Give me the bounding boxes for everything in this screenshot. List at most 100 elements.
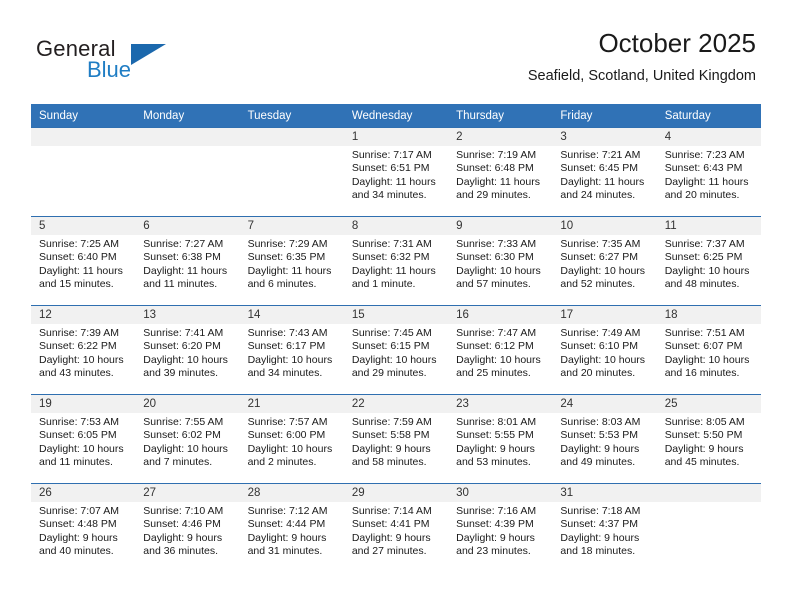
day-sun-info: Sunrise: 7:49 AM Sunset: 6:10 PM Daylight:… [552,324,656,381]
day-daylight-line1-text: Daylight: 9 hours [560,531,640,544]
calendar-day-cell[interactable]: 15 Sunrise: 7:45 AM Sunset: 6:15 PM Dayligh… [343,305,449,395]
day-daylight-line1-text: Daylight: 10 hours [143,442,228,455]
calendar-day-cell[interactable]: 5 Sunrise: 7:25 AM Sunset: 6:40 PM Daylight… [31,216,136,306]
page-header: General Blue October 2025 Seafield, Scot… [0,0,792,98]
page-subtitle: Seafield, Scotland, United Kingdom [527,68,756,84]
day-sunset-text: Sunset: 6:10 PM [560,340,639,353]
calendar-day-cell[interactable]: 25 Sunrise: 8:05 AM Sunset: 5:50 PM Dayligh… [656,394,761,484]
calendar-day-cell[interactable]: 11 Sunrise: 7:37 AM Sunset: 6:25 PM Dayligh… [656,216,761,306]
calendar-day-cell[interactable]: 20 Sunrise: 7:55 AM Sunset: 6:02 PM Dayligh… [135,394,240,484]
day-sunset-text: Sunset: 5:58 PM [351,429,430,442]
day-cell-content: 4 Sunrise: 7:23 AM Sunset: 6:43 PM Daylight… [656,128,761,216]
day-sunrise-text: Sunrise: 7:49 AM [560,327,641,339]
calendar-day-cell[interactable]: 1 Sunrise: 7:17 AM Sunset: 6:51 PM Daylight… [343,127,449,217]
calendar-day-cell[interactable]: 4 Sunrise: 7:23 AM Sunset: 6:43 PM Daylight… [656,127,761,217]
calendar-day-cell[interactable]: 7 Sunrise: 7:29 AM Sunset: 6:35 PM Daylight… [239,216,344,306]
calendar-day-cell[interactable]: 9 Sunrise: 7:33 AM Sunset: 6:30 PM Daylight… [448,216,553,306]
day-daylight-line2-text: and 48 minutes. [664,278,740,291]
calendar-day-cell[interactable]: 10 Sunrise: 7:35 AM Sunset: 6:27 PM Dayligh… [552,216,657,306]
day-number: 3 [552,128,657,146]
day-daylight-line1-text: Daylight: 11 hours [247,264,332,277]
day-daylight-line1-text: Daylight: 11 hours [664,175,749,188]
day-number: 19 [31,395,136,413]
day-sun-info: Sunrise: 7:57 AM Sunset: 6:00 PM Daylight:… [240,413,344,470]
calendar-day-cell[interactable]: 13 Sunrise: 7:41 AM Sunset: 6:20 PM Dayligh… [135,305,240,395]
day-daylight-line1-text: Daylight: 10 hours [456,353,541,366]
day-cell-content: 1 Sunrise: 7:17 AM Sunset: 6:51 PM Daylight… [343,128,449,216]
calendar-day-cell[interactable]: 18 Sunrise: 7:51 AM Sunset: 6:07 PM Dayligh… [656,305,761,395]
day-number: 23 [448,395,553,413]
day-daylight-line2-text: and 20 minutes. [560,367,636,380]
day-sunrise-text: Sunrise: 7:29 AM [247,238,328,250]
calendar-day-cell[interactable]: 24 Sunrise: 8:03 AM Sunset: 5:53 PM Dayligh… [552,394,657,484]
day-number: 10 [552,217,657,235]
day-sunset-text: Sunset: 6:22 PM [39,340,117,353]
calendar-day-cell[interactable]: 30 Sunrise: 7:16 AM Sunset: 4:39 PM Dayligh… [448,483,553,572]
calendar-day-cell[interactable]: 31 Sunrise: 7:18 AM Sunset: 4:37 PM Dayligh… [552,483,657,572]
calendar-day-cell[interactable]: 12 Sunrise: 7:39 AM Sunset: 6:22 PM Dayligh… [31,305,136,395]
day-daylight-line2-text: and 25 minutes. [456,367,531,380]
brand-logo[interactable]: General Blue [36,36,266,86]
day-daylight-line1-text: Daylight: 9 hours [456,442,535,455]
day-daylight-line1-text: Daylight: 9 hours [39,531,118,544]
calendar-day-cell[interactable]: 14 Sunrise: 7:43 AM Sunset: 6:17 PM Dayligh… [239,305,344,395]
day-cell-content: 31 Sunrise: 7:18 AM Sunset: 4:37 PM Dayligh… [552,484,657,572]
day-sunset-text: Sunset: 6:51 PM [351,162,430,175]
weekday-header-wednesday: Wednesday [343,104,449,128]
day-daylight-line2-text: and 31 minutes. [247,545,323,558]
day-sunrise-text: Sunrise: 8:01 AM [456,416,537,428]
day-cell-content [135,128,240,216]
day-sunset-text: Sunset: 4:44 PM [247,518,326,531]
calendar-day-cell[interactable]: 6 Sunrise: 7:27 AM Sunset: 6:38 PM Daylight… [135,216,240,306]
day-cell-content [31,128,136,216]
day-number: 13 [135,306,240,324]
day-number: 31 [552,484,657,502]
calendar-day-cell-empty [656,483,761,572]
day-number [31,128,136,146]
calendar-day-cell[interactable]: 27 Sunrise: 7:10 AM Sunset: 4:46 PM Dayligh… [135,483,240,572]
day-number: 18 [656,306,761,324]
day-daylight-line2-text: and 29 minutes. [456,189,531,202]
day-daylight-line2-text: and 34 minutes. [247,367,323,380]
day-sunrise-text: Sunrise: 7:41 AM [143,327,224,339]
calendar-day-cell[interactable]: 22 Sunrise: 7:59 AM Sunset: 5:58 PM Dayligh… [343,394,449,484]
day-daylight-line2-text: and 53 minutes. [456,456,531,469]
calendar-day-cell[interactable]: 23 Sunrise: 8:01 AM Sunset: 5:55 PM Dayligh… [448,394,553,484]
calendar-day-cell[interactable]: 17 Sunrise: 7:49 AM Sunset: 6:10 PM Dayligh… [552,305,657,395]
calendar-day-cell[interactable]: 26 Sunrise: 7:07 AM Sunset: 4:48 PM Dayligh… [31,483,136,572]
day-cell-content: 25 Sunrise: 8:05 AM Sunset: 5:50 PM Dayligh… [656,395,761,483]
day-sunrise-text: Sunrise: 7:31 AM [351,238,432,250]
day-sunset-text: Sunset: 6:48 PM [456,162,534,175]
calendar-grid: Sunday Monday Tuesday Wednesday Thursday… [31,104,761,572]
calendar-day-cell[interactable]: 21 Sunrise: 7:57 AM Sunset: 6:00 PM Dayligh… [239,394,344,484]
day-daylight-line1-text: Daylight: 9 hours [143,531,223,544]
day-sun-info [240,146,344,149]
day-number: 20 [135,395,240,413]
day-daylight-line2-text: and 18 minutes. [560,545,636,558]
day-sun-info: Sunrise: 8:05 AM Sunset: 5:50 PM Daylight:… [657,413,761,470]
weekday-header-thursday: Thursday [448,104,553,128]
day-sun-info: Sunrise: 7:53 AM Sunset: 6:05 PM Daylight:… [31,413,135,470]
day-sun-info: Sunrise: 7:14 AM Sunset: 4:41 PM Daylight:… [344,502,448,559]
day-sunrise-text: Sunrise: 7:27 AM [143,238,224,250]
calendar-day-cell[interactable]: 2 Sunrise: 7:19 AM Sunset: 6:48 PM Daylight… [448,127,553,217]
calendar-day-cell[interactable]: 3 Sunrise: 7:21 AM Sunset: 6:45 PM Daylight… [552,127,657,217]
day-cell-content: 23 Sunrise: 8:01 AM Sunset: 5:55 PM Dayligh… [448,395,553,483]
day-daylight-line2-text: and 11 minutes. [39,456,113,469]
day-cell-content: 9 Sunrise: 7:33 AM Sunset: 6:30 PM Daylight… [448,217,553,305]
day-sunset-text: Sunset: 6:38 PM [143,251,221,264]
day-daylight-line1-text: Daylight: 9 hours [351,442,431,455]
day-daylight-line1-text: Daylight: 11 hours [560,175,645,188]
day-sun-info: Sunrise: 7:55 AM Sunset: 6:02 PM Daylight:… [135,413,239,470]
calendar-day-cell[interactable]: 28 Sunrise: 7:12 AM Sunset: 4:44 PM Dayligh… [239,483,344,572]
day-number: 11 [656,217,761,235]
calendar-day-cell[interactable]: 8 Sunrise: 7:31 AM Sunset: 6:32 PM Daylight… [343,216,449,306]
calendar-day-cell[interactable]: 19 Sunrise: 7:53 AM Sunset: 6:05 PM Dayligh… [31,394,136,484]
day-number: 21 [239,395,344,413]
day-cell-content: 10 Sunrise: 7:35 AM Sunset: 6:27 PM Dayligh… [552,217,657,305]
calendar-day-cell[interactable]: 29 Sunrise: 7:14 AM Sunset: 4:41 PM Dayligh… [343,483,449,572]
day-sun-info [135,146,239,149]
day-sun-info: Sunrise: 7:07 AM Sunset: 4:48 PM Daylight:… [31,502,135,559]
calendar-day-cell[interactable]: 16 Sunrise: 7:47 AM Sunset: 6:12 PM Dayligh… [448,305,553,395]
day-cell-content: 24 Sunrise: 8:03 AM Sunset: 5:53 PM Dayligh… [552,395,657,483]
